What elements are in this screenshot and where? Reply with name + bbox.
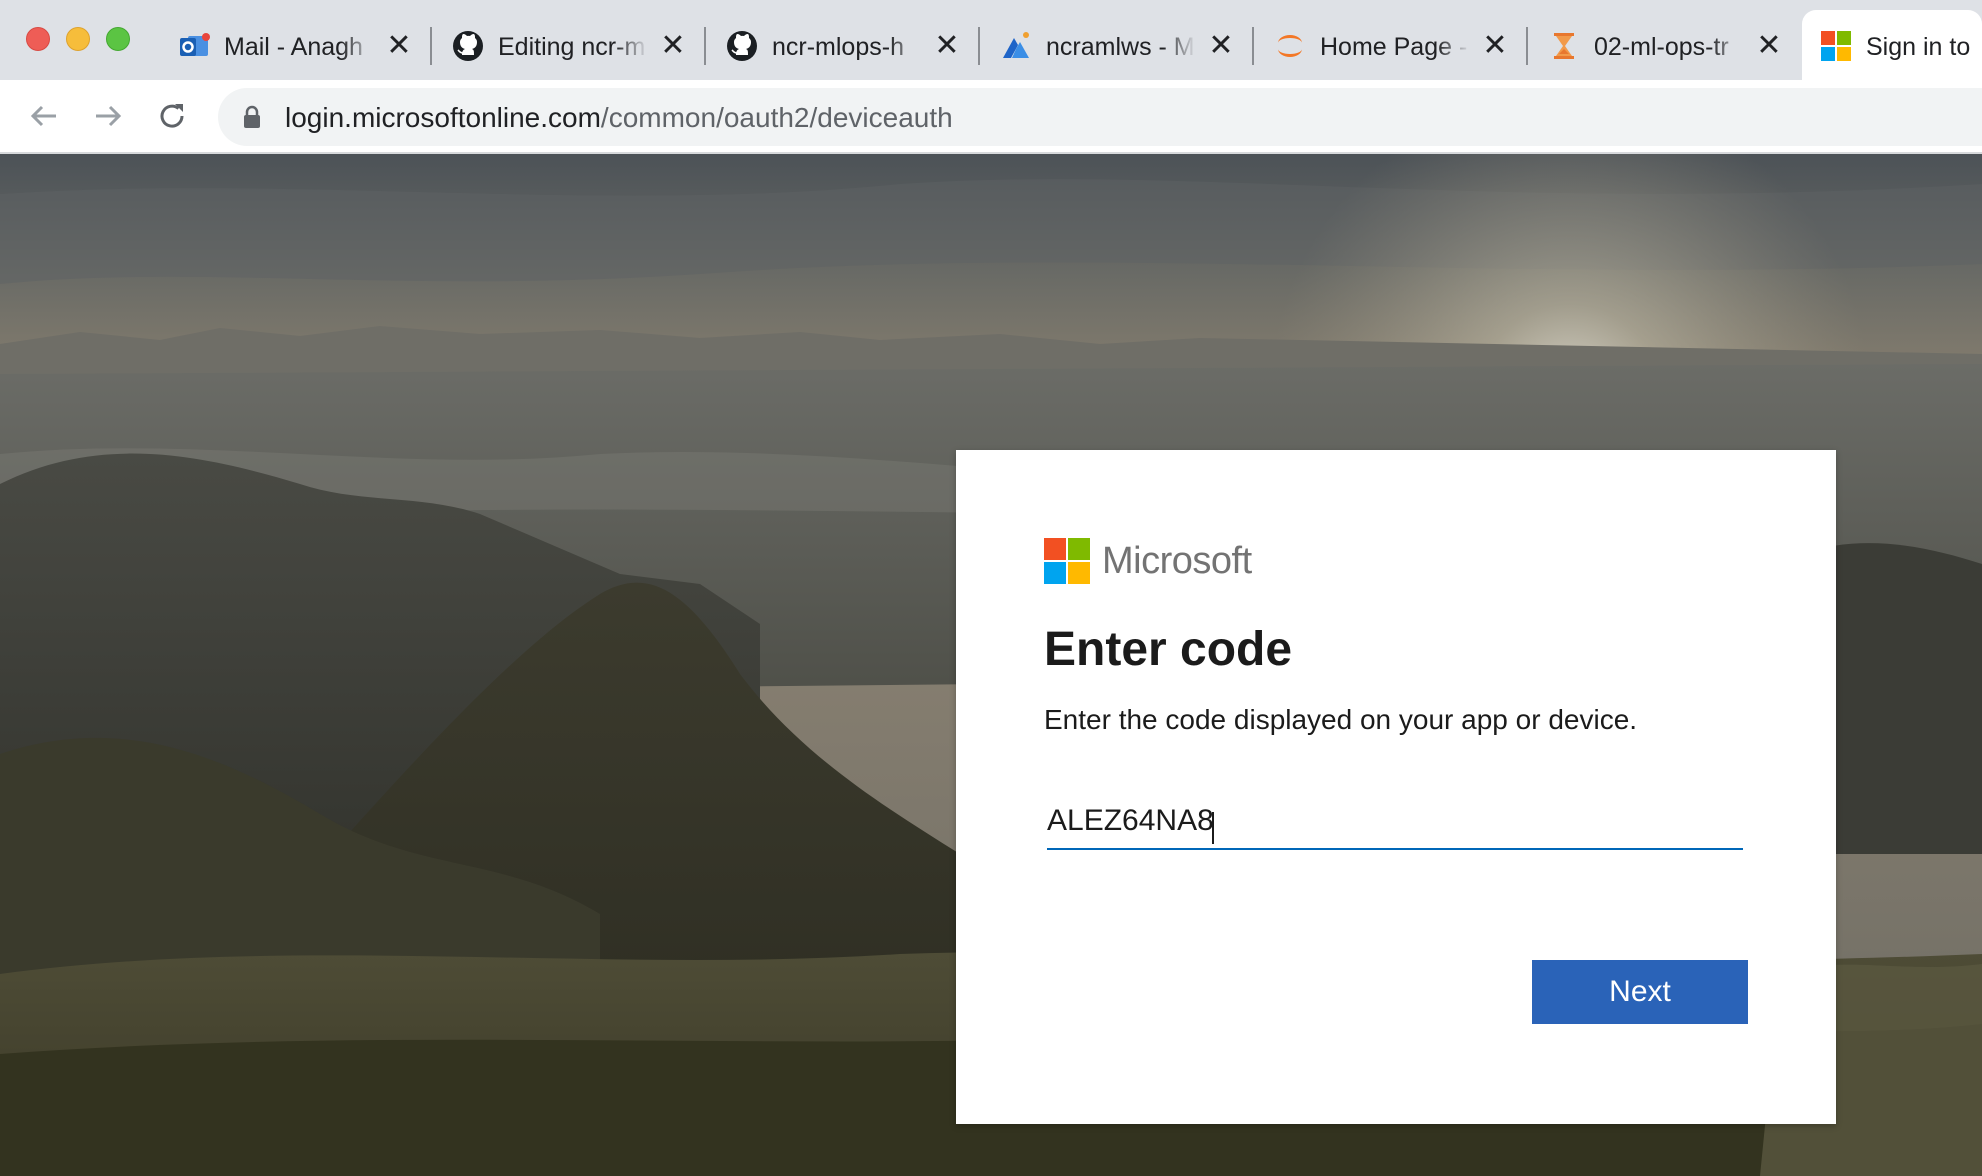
tab-strip: Mail - Anagh ✕ Editing ncr-m ✕ ncr-mlops… bbox=[0, 0, 1982, 80]
reload-button[interactable] bbox=[150, 94, 194, 138]
microsoft-icon bbox=[1821, 31, 1851, 61]
reload-icon bbox=[160, 104, 184, 128]
instructions-text: Enter the code displayed on your app or … bbox=[1044, 704, 1638, 735]
tab-title: Editing ncr-m bbox=[498, 33, 646, 61]
browser-toolbar: login.microsoftonline.com/common/oauth2/… bbox=[0, 80, 1982, 154]
tab-ml-ops[interactable]: 02-ml-ops-tr ✕ bbox=[1530, 10, 1800, 80]
arrow-right-icon bbox=[96, 105, 122, 127]
code-input[interactable] bbox=[1047, 800, 1743, 850]
outlook-icon bbox=[180, 33, 210, 56]
github-icon bbox=[727, 31, 757, 61]
arrow-left-icon bbox=[30, 105, 56, 127]
tab-title: ncr-mlops-h bbox=[772, 33, 904, 61]
tab-separator bbox=[1526, 27, 1528, 65]
window-minimize-button[interactable] bbox=[66, 27, 90, 51]
tab-separator bbox=[704, 27, 706, 65]
close-icon[interactable]: ✕ bbox=[1482, 31, 1508, 61]
github-icon bbox=[453, 31, 483, 61]
url-text[interactable]: login.microsoftonline.com/common/oauth2/… bbox=[285, 102, 953, 134]
address-bar[interactable]: login.microsoftonline.com/common/oauth2/… bbox=[218, 88, 1982, 146]
back-button[interactable] bbox=[22, 94, 66, 138]
tab-title: Home Page - bbox=[1320, 33, 1468, 61]
tab-separator bbox=[1252, 27, 1254, 65]
next-button[interactable]: Next bbox=[1532, 960, 1748, 1024]
tab-sign-in[interactable]: Sign in to bbox=[1802, 10, 1982, 80]
close-icon[interactable]: ✕ bbox=[1756, 31, 1782, 61]
forward-button[interactable] bbox=[86, 94, 130, 138]
tab-editing[interactable]: Editing ncr-m ✕ bbox=[434, 10, 704, 80]
close-icon[interactable]: ✕ bbox=[1208, 31, 1234, 61]
tab-title: ncramlws - M bbox=[1046, 33, 1195, 61]
tab-separator bbox=[430, 27, 432, 65]
lock-icon[interactable] bbox=[242, 105, 262, 129]
page-title: Enter code bbox=[1044, 623, 1293, 676]
url-host: login.microsoftonline.com bbox=[285, 102, 601, 133]
tab-ncr-mlops[interactable]: ncr-mlops-h ✕ bbox=[708, 10, 978, 80]
hourglass-icon bbox=[1554, 33, 1574, 59]
close-icon[interactable]: ✕ bbox=[660, 31, 686, 61]
sign-in-card: Microsoft Enter code Enter the code disp… bbox=[956, 450, 1836, 1124]
tab-title: 02-ml-ops-tr bbox=[1594, 33, 1729, 61]
text-caret bbox=[1212, 812, 1214, 844]
tab-ncramlws[interactable]: ncramlws - M ✕ bbox=[982, 10, 1252, 80]
tab-title: Sign in to bbox=[1866, 33, 1971, 61]
tab-mail[interactable]: Mail - Anagh ✕ bbox=[160, 10, 430, 80]
close-icon[interactable]: ✕ bbox=[934, 31, 960, 61]
jupyter-icon bbox=[1278, 35, 1302, 57]
url-path: /common/oauth2/deviceauth bbox=[600, 102, 953, 133]
page-content: Microsoft Enter code Enter the code disp… bbox=[0, 154, 1982, 1176]
tab-separator bbox=[978, 27, 980, 65]
window-maximize-button[interactable] bbox=[106, 27, 130, 51]
tab-title: Mail - Anagh bbox=[224, 33, 363, 61]
microsoft-logo-icon bbox=[1044, 538, 1090, 584]
close-icon[interactable]: ✕ bbox=[386, 31, 412, 61]
tab-home-page[interactable]: Home Page - ✕ bbox=[1256, 10, 1526, 80]
window-close-button[interactable] bbox=[26, 27, 50, 51]
azure-ml-icon bbox=[1003, 32, 1029, 58]
microsoft-wordmark: Microsoft bbox=[1102, 539, 1252, 582]
microsoft-logo: Microsoft bbox=[1044, 538, 1252, 584]
